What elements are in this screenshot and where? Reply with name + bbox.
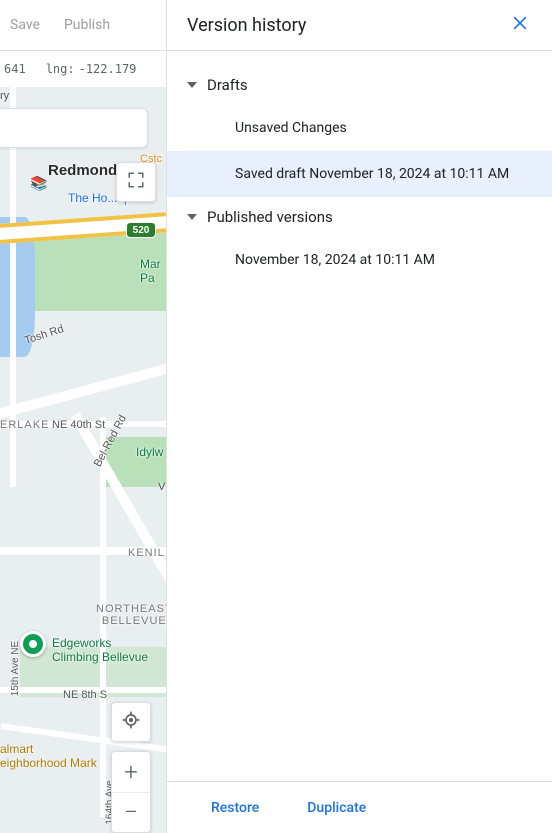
save-button[interactable]: Save — [10, 17, 40, 33]
highway-shield: 520 — [126, 222, 156, 238]
version-item-unsaved[interactable]: Unsaved Changes — [167, 105, 552, 151]
fullscreen-button[interactable] — [116, 162, 156, 202]
map-label-ne8th: NE 8th S — [63, 689, 107, 701]
map-label-kenil: KENIL — [128, 547, 165, 559]
version-item-saved-draft[interactable]: Saved draft November 18, 2024 at 10:11 A… — [167, 151, 552, 197]
map-road — [0, 359, 166, 426]
map-label-marymoor: Mar Pa — [140, 257, 161, 285]
map-label-walmart: almart eighborhood Mark — [0, 742, 97, 770]
panel-footer: Restore Duplicate — [167, 781, 552, 833]
section-header-published[interactable]: Published versions — [167, 197, 552, 237]
map-label-idylw: Idylw — [136, 445, 163, 459]
zoom-control: + − — [111, 751, 151, 833]
zoom-out-button[interactable]: − — [112, 793, 150, 833]
section-label: Drafts — [207, 76, 248, 94]
map-label-edgeworks: Edgeworks Climbing Bellevue — [52, 636, 148, 664]
plus-icon: + — [124, 758, 138, 786]
zoom-in-button[interactable]: + — [112, 752, 150, 793]
crosshair-icon — [121, 710, 141, 734]
map-label-15th: 15th Ave NE — [10, 641, 21, 696]
lng-label: lng: — [46, 62, 75, 76]
lng-value: -122.179 — [79, 62, 137, 76]
publish-button[interactable]: Publish — [64, 17, 110, 33]
map-label-redmond: Redmond — [48, 162, 117, 179]
restore-button[interactable]: Restore — [211, 800, 259, 816]
version-history-panel: Version history Drafts Unsaved Changes S… — [166, 0, 552, 833]
book-icon: 📚 — [30, 175, 47, 192]
panel-body: Drafts Unsaved Changes Saved draft Novem… — [167, 51, 552, 781]
close-icon — [512, 15, 528, 35]
panel-header: Version history — [167, 0, 552, 51]
map-search-input[interactable] — [0, 108, 148, 148]
map-label-erlake: ERLAKE — [0, 419, 49, 431]
duplicate-button[interactable]: Duplicate — [307, 800, 366, 816]
my-location-button[interactable] — [111, 702, 151, 742]
section-label: Published versions — [207, 208, 333, 226]
map-label-v: V — [158, 481, 165, 493]
map-label-n40: NE 40th St — [52, 419, 105, 431]
fullscreen-icon — [127, 171, 145, 193]
section-header-drafts[interactable]: Drafts — [167, 65, 552, 105]
panel-title: Version history — [187, 15, 306, 36]
minus-icon: − — [124, 798, 138, 826]
chevron-down-icon — [187, 82, 197, 88]
version-item-published[interactable]: November 18, 2024 at 10:11 AM — [167, 237, 552, 283]
map-marker[interactable] — [20, 631, 46, 657]
map-label-northeast-bellevue: NORTHEAST BELLEVUE — [96, 603, 166, 627]
map-label-library: ry — [0, 90, 9, 102]
chevron-down-icon — [187, 214, 197, 220]
close-button[interactable] — [508, 13, 532, 37]
lat-value: 641 — [4, 62, 26, 76]
